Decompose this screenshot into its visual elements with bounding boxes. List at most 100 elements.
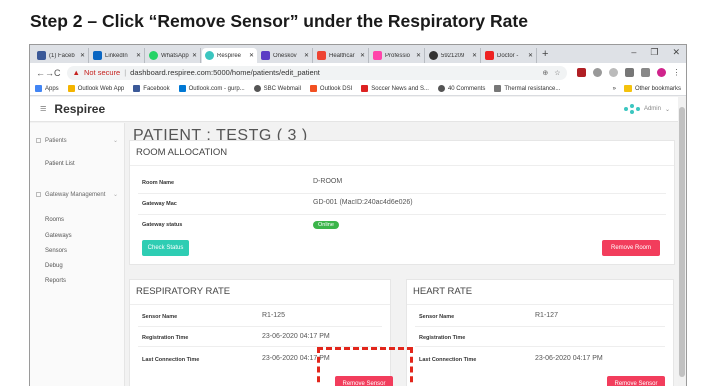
respiree-logo-icon [623,104,640,114]
back-button[interactable]: ← [36,68,45,78]
media-icon[interactable] [640,68,650,77]
divider [407,304,673,305]
bookmarks-bar: Apps Outlook Web App Facebook Outlook.co… [30,82,686,96]
remove-sensor-button[interactable]: Remove Sensor [335,376,393,386]
bookmarks-overflow-button[interactable]: » [613,86,616,92]
remove-sensor-button[interactable]: Remove Sensor [607,376,665,386]
sidebar-group-gateway-management[interactable]: Gateway Management ⌄ [36,191,118,198]
not-secure-label[interactable]: Not secure [84,68,120,77]
profile-avatar[interactable] [656,68,666,77]
browser-tab[interactable]: (1) Faceb ✕ [34,48,89,63]
bookmark-item[interactable]: SBC Webmail [253,85,301,92]
browser-tab[interactable]: WhatsApp ✕ [146,48,201,63]
extension-icon[interactable] [592,68,602,77]
bookmark-item[interactable]: Thermal resistance... [494,85,560,92]
close-icon[interactable]: ✕ [416,52,421,59]
close-window-button[interactable]: ✕ [672,47,680,58]
user-menu[interactable]: Admin ⌄ [623,104,670,114]
maximize-button[interactable]: ❐ [650,47,658,58]
bookmark-item[interactable]: Outlook.com - gurp... [178,85,245,92]
close-icon[interactable]: ✕ [192,52,197,59]
window-controls: – ❐ ✕ [631,47,680,58]
reload-button[interactable]: C [54,68,61,78]
bookmark-item[interactable]: Outlook DSI [309,85,352,92]
close-icon[interactable]: ✕ [249,52,254,59]
browser-tab[interactable]: LinkedIn ✕ [90,48,145,63]
close-icon[interactable]: ✕ [304,52,309,59]
bookmark-item[interactable]: Outlook Web App [67,85,124,92]
minimize-button[interactable]: – [631,47,636,58]
star-icon[interactable]: ☆ [554,69,560,77]
forward-button[interactable]: → [45,68,54,78]
registration-time-value: 23-06-2020 04:17 PM [262,333,330,340]
last-connection-label: Last Connection Time [142,357,200,363]
browser-tab[interactable]: Doctor - ✕ [482,48,537,63]
close-icon[interactable]: ✕ [472,52,477,59]
bookmark-item[interactable]: Facebook [133,85,170,92]
room-name-value: D-ROOM [313,178,343,185]
browser-tab-active[interactable]: Respiree ✕ [202,48,257,63]
professional-icon [373,51,382,60]
new-tab-button[interactable]: + [542,48,548,63]
chevron-down-icon: ⌄ [112,192,118,198]
extension-icon[interactable] [608,68,618,77]
room-name-label: Room Name [142,180,175,186]
doctor-icon [485,51,494,60]
close-icon[interactable]: ✕ [136,52,141,59]
browser-tab[interactable]: 5921209 ✕ [426,48,481,63]
whatsapp-icon [149,51,158,60]
main-content: PATIENT : TESTG ( 3 ) ROOM ALLOCATION Ro… [125,123,686,386]
menu-kebab-icon[interactable]: ⋮ [673,68,681,77]
sidebar-group-patients[interactable]: Patients ⌄ [36,137,118,144]
gateway-icon [36,192,41,197]
status-badge: Online [313,221,339,229]
browser-tab[interactable]: Professio ✕ [370,48,425,63]
scrollbar-thumb[interactable] [679,107,685,377]
url-text[interactable]: dashboard.respiree.com:5000/home/patient… [130,68,320,77]
bookmark-item[interactable]: 40 Comments [437,85,485,92]
app-brand[interactable]: Respiree [54,102,105,116]
slide-heading: Step 2 – Click “Remove Sensor” under the… [30,11,528,31]
url-separator: | [124,68,127,77]
sidebar-item-patient-list[interactable]: Patient List [45,161,75,167]
bookmark-item[interactable]: Soccer News and S... [361,85,429,92]
browser-tab[interactable]: Healthcar ✕ [314,48,369,63]
sidebar-item-sensors[interactable]: Sensors [45,248,67,254]
other-bookmarks[interactable]: Other bookmarks [635,86,681,92]
browser-tab[interactable]: Oneskov ✕ [258,48,313,63]
linkedin-icon [93,51,102,60]
sidebar-item-rooms[interactable]: Rooms [45,217,64,223]
pdf-extension-icon[interactable] [576,68,586,77]
globe-icon [437,85,445,92]
close-icon[interactable]: ✕ [528,52,533,59]
sensor-name-value: R1-125 [262,312,285,319]
respiree-icon [205,51,214,60]
registration-time-label: Registration Time [419,335,466,341]
extension-icon[interactable] [624,68,634,77]
sidebar-item-gateways[interactable]: Gateways [45,233,72,239]
slide: Step 2 – Click “Remove Sensor” under the… [0,0,705,386]
close-icon[interactable]: ✕ [360,52,365,59]
chevron-down-icon: ⌄ [664,106,670,113]
menu-icon[interactable]: ≡ [40,103,46,115]
sidebar-item-debug[interactable]: Debug [45,263,63,269]
divider [130,165,674,166]
url-actions: ⊕ ☆ [542,69,560,77]
sensor-name-label: Sensor Name [142,314,178,320]
folder-icon [623,85,632,92]
sidebar: Patients ⌄ Patient List Gateway Manageme… [30,123,125,386]
room-allocation-card: ROOM ALLOCATION Room Name D-ROOM Gateway… [129,140,675,265]
oneskov-icon [261,51,270,60]
check-status-button[interactable]: Check Status [142,240,189,256]
sidebar-item-reports[interactable]: Reports [45,278,66,284]
zoom-icon[interactable]: ⊕ [542,69,548,77]
user-name: Admin [643,106,661,112]
address-bar[interactable]: ▲ Not secure | dashboard.respiree.com:50… [66,65,567,80]
remove-room-button[interactable]: Remove Room [602,240,660,256]
globe-icon [429,51,438,60]
close-icon[interactable]: ✕ [80,52,85,59]
card-title: RESPIRATORY RATE [136,286,231,297]
bookmark-apps[interactable]: Apps [35,85,59,92]
chevron-down-icon: ⌄ [112,138,118,144]
last-connection-value: 23-06-2020 04:17 PM [535,355,603,362]
